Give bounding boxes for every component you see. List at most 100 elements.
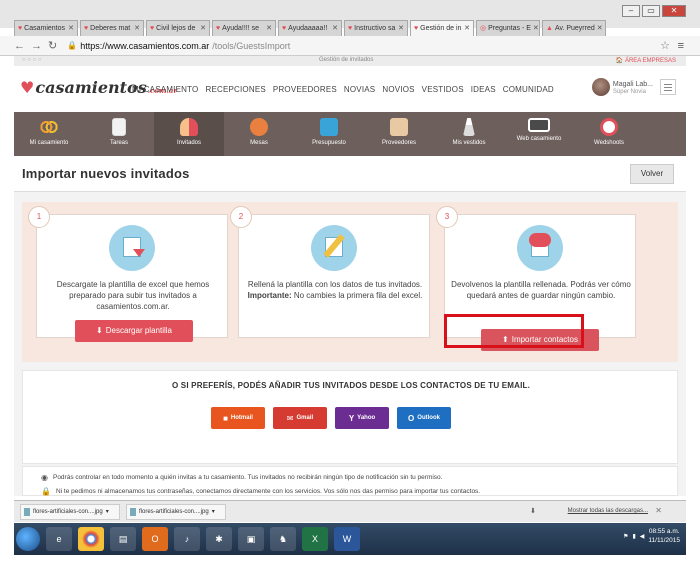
close-icon[interactable]: ✕	[68, 21, 74, 36]
eye-icon: ◉	[41, 473, 48, 482]
window-close-button[interactable]: ✕	[662, 5, 686, 17]
flag-icon[interactable]: ⚑	[623, 533, 628, 540]
excel-download-icon	[109, 225, 155, 271]
descargar-plantilla-button[interactable]: ⬇ Descargar plantilla	[75, 320, 193, 342]
browser-tab-active[interactable]: ♥ Gestión de in ✕	[410, 20, 474, 36]
close-icon[interactable]: ✕	[200, 21, 206, 36]
back-arrow-icon[interactable]: ←	[14, 40, 25, 52]
outlook-icon: O	[408, 413, 415, 423]
file-icon	[24, 507, 30, 516]
windows-taskbar: e ▤ O ♪ ✱ ▣ ♞ X W ⚑ ▮ ◀ 08:55 a.m. 11/11…	[14, 523, 686, 555]
close-icon[interactable]: ✕	[533, 21, 539, 36]
tool-web-casamiento[interactable]: Web casamiento	[504, 112, 574, 156]
browser-tab[interactable]: ♥ Casamientos ✕	[14, 20, 78, 36]
nav-proveedores[interactable]: PROVEEDORES	[273, 85, 337, 94]
reload-icon[interactable]: ↻	[48, 39, 57, 52]
user-menu[interactable]: Magali Lab... Súper Novia	[591, 78, 676, 96]
vendors-icon	[390, 118, 408, 136]
browser-tab[interactable]: ▲ Av. Pueyrred ✕	[542, 20, 606, 36]
hotmail-button[interactable]: ■ Hotmail	[211, 407, 265, 429]
step-description: Devolvenos la plantilla rellenada. Podrá…	[451, 280, 631, 300]
close-icon[interactable]: ✕	[134, 21, 140, 36]
nav-comunidad[interactable]: COMUNIDAD	[503, 85, 554, 94]
nav-mi-casamiento[interactable]: MI CASAMIENTO	[132, 85, 198, 94]
ie-icon[interactable]: e	[46, 527, 72, 551]
user-role: Súper Novia	[612, 88, 646, 95]
gmail-button[interactable]: ✉ Gmail	[273, 407, 327, 429]
globe-icon: ◎	[480, 25, 487, 32]
tool-mis-vestidos[interactable]: Mis vestidos	[434, 112, 504, 156]
volume-icon[interactable]: ◀	[640, 533, 645, 540]
folder-icon[interactable]: ▤	[110, 527, 136, 551]
close-icon[interactable]: ✕	[266, 21, 272, 36]
outlook-app-icon[interactable]: O	[142, 527, 168, 551]
word-icon[interactable]: W	[334, 527, 360, 551]
excel-icon[interactable]: X	[302, 527, 328, 551]
window-icon[interactable]: ▣	[238, 527, 264, 551]
fox-icon[interactable]: ♞	[270, 527, 296, 551]
volver-button[interactable]: Volver	[630, 164, 674, 184]
media-icon[interactable]: ♪	[174, 527, 200, 551]
game-icon[interactable]: ✱	[206, 527, 232, 551]
browser-tab[interactable]: ♥ Deberes mat ✕	[80, 20, 144, 36]
tool-presupuesto[interactable]: Presupuesto	[294, 112, 364, 156]
privacy-notes: ◉ Podrás controlar en todo momento a quié…	[22, 466, 678, 496]
chevron-down-icon[interactable]: ▾	[106, 508, 109, 515]
file-icon	[130, 507, 136, 516]
address-bar: ← → ↻ 🔒 https://www.casamientos.com.ar/t…	[0, 36, 700, 56]
network-icon[interactable]: ▮	[632, 533, 635, 540]
forward-arrow-icon[interactable]: →	[31, 40, 42, 52]
tool-tareas[interactable]: Tareas	[84, 112, 154, 156]
browser-tab[interactable]: ♥ Ayudaaaaa!! ✕	[278, 20, 342, 36]
maximize-button[interactable]: ▭	[642, 5, 660, 17]
tool-mi-casamiento[interactable]: Mi casamiento	[14, 112, 84, 156]
browser-tab[interactable]: ♥ Ayuda!!!! se ✕	[212, 20, 276, 36]
privacy-note: ◉ Podrás controlar en todo momento a quié…	[41, 473, 443, 482]
budget-icon	[320, 118, 338, 136]
chrome-icon[interactable]	[78, 527, 104, 551]
browser-tab[interactable]: ◎ Preguntas - E ✕	[476, 20, 540, 36]
privacy-note: 🔒 Ni te pedimos ni almacenamos tus contra…	[41, 487, 481, 496]
step-description: Rellená la plantilla con los datos de tu…	[247, 280, 423, 300]
url-field[interactable]: 🔒 https://www.casamientos.com.ar/tools/G…	[67, 41, 290, 51]
download-item[interactable]: flores-artificiales-con....jpg ▾	[20, 503, 120, 520]
bookmark-star-icon[interactable]: ☆	[660, 39, 670, 52]
download-bar: flores-artificiales-con....jpg ▾ flores-a…	[14, 500, 686, 522]
nav-novias[interactable]: NOVIAS	[344, 85, 375, 94]
browser-tab[interactable]: ♥ Instructivo sa ✕	[344, 20, 408, 36]
tables-icon	[250, 118, 268, 136]
tool-wedshoots[interactable]: Wedshoots	[574, 112, 644, 156]
page-header: Importar nuevos invitados Volver	[14, 156, 686, 192]
close-icon[interactable]: ✕	[597, 21, 603, 36]
close-icon[interactable]: ✕	[655, 506, 662, 515]
browser-tabbar: ♥ Casamientos ✕ ♥ Deberes mat ✕ ♥ Civil lejos…	[0, 0, 700, 36]
hotmail-icon: ■	[223, 413, 228, 423]
show-all-downloads-link[interactable]: Mostrar todas las descargas...	[568, 508, 648, 514]
dress-icon	[463, 118, 475, 136]
tool-mesas[interactable]: Mesas	[224, 112, 294, 156]
chevron-down-icon[interactable]: ▾	[212, 508, 215, 515]
yahoo-button[interactable]: Y Yahoo	[335, 407, 389, 429]
step-card-2: 2 Rellená la plantilla con los datos de …	[230, 206, 430, 338]
empresas-link[interactable]: 🏠 ÁREA EMPRESAS	[616, 57, 676, 64]
minimize-button[interactable]: –	[622, 5, 640, 17]
nav-recepciones[interactable]: RECEPCIONES	[205, 85, 265, 94]
avatar[interactable]	[591, 78, 610, 96]
nav-novios[interactable]: NOVIOS	[382, 85, 414, 94]
step-number: 2	[230, 206, 252, 228]
nav-vestidos[interactable]: VESTIDOS	[422, 85, 464, 94]
download-item[interactable]: flores-artificiales-con....jpg ▾	[126, 503, 226, 520]
tool-invitados[interactable]: Invitados	[154, 112, 224, 156]
browser-menu-icon[interactable]: ≡	[678, 40, 684, 52]
nav-ideas[interactable]: IDEAS	[471, 85, 496, 94]
outlook-button[interactable]: O Outlook	[397, 407, 451, 429]
start-button[interactable]	[16, 527, 40, 551]
close-icon[interactable]: ✕	[332, 21, 338, 36]
hamburger-menu-icon[interactable]	[660, 79, 676, 95]
close-icon[interactable]: ✕	[464, 21, 470, 36]
browser-tab[interactable]: ♥ Civil lejos de ✕	[146, 20, 210, 36]
close-icon[interactable]: ✕	[398, 21, 404, 36]
clock[interactable]: 08:55 a.m. 11/11/2015	[648, 527, 680, 545]
heart-icon: ♥	[282, 25, 287, 32]
tool-proveedores[interactable]: Proveedores	[364, 112, 434, 156]
